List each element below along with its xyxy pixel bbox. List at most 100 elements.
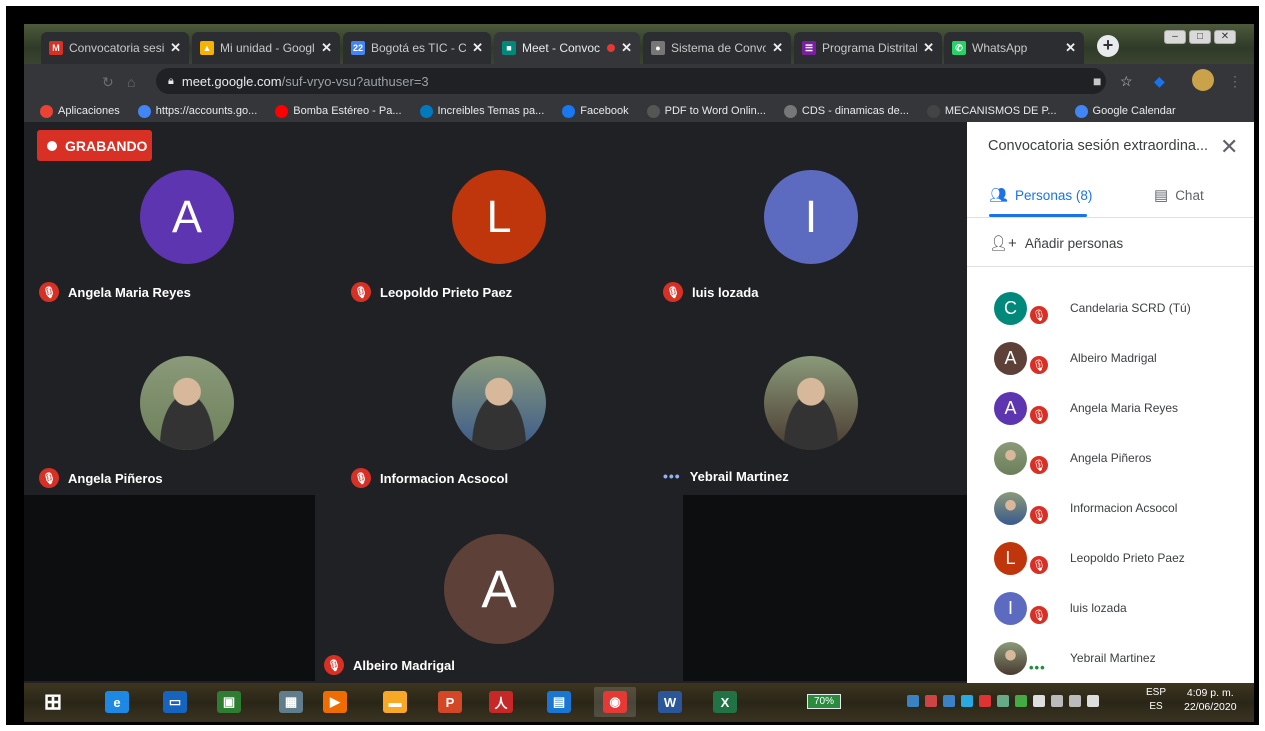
tab-label: Mi unidad - Google	[220, 41, 316, 55]
browser-tab[interactable]: ☰ Programa Distrital ✕	[794, 32, 942, 64]
participant-row[interactable]: A 🎙︎ Albeiro Madrigal	[967, 342, 1254, 392]
tray-app-icon[interactable]	[925, 695, 937, 707]
network-icon[interactable]	[1051, 695, 1063, 707]
tray-app-icon[interactable]	[1015, 695, 1027, 707]
bluetooth-icon[interactable]	[943, 695, 955, 707]
tray-app-icon[interactable]	[961, 695, 973, 707]
battery-indicator[interactable]: 70%	[807, 694, 841, 709]
close-window-icon[interactable]: ✕	[1214, 30, 1236, 44]
avatar-initial: I	[994, 592, 1027, 625]
avatar-letter: A	[1004, 348, 1017, 368]
participant-name: Angela Maria Reyes	[68, 284, 191, 300]
tray-app-icon[interactable]	[979, 695, 991, 707]
file-explorer-icon[interactable]: ▬	[374, 687, 416, 717]
avatar-initial: C	[994, 292, 1027, 325]
app-glyph: 人	[489, 691, 513, 713]
bookmark-item[interactable]: PDF to Word Onlin...	[646, 104, 766, 118]
url-path: /suf-vryo-vsu?authuser=3	[281, 73, 429, 89]
profile-avatar[interactable]	[1192, 69, 1214, 91]
browser-tab[interactable]: ● Sistema de Convoc ✕	[643, 32, 791, 64]
powerpoint-icon[interactable]: P	[429, 687, 471, 717]
bookmark-item[interactable]: Google Calendar	[1074, 104, 1176, 118]
people-icon: 👥︎	[989, 187, 1009, 204]
avatar-letter: C	[1004, 298, 1017, 318]
add-person-icon: 👤︎+	[989, 235, 1017, 252]
clock[interactable]: 4:09 p. m. 22/06/2020	[1184, 686, 1237, 714]
bookmark-label: PDF to Word Onlin...	[664, 105, 766, 117]
windows-start-icon[interactable]: ⊞	[32, 687, 74, 717]
browser-tab[interactable]: ▲ Mi unidad - Google ✕	[192, 32, 340, 64]
participant-row[interactable]: I 🎙︎ luis lozada	[967, 592, 1254, 642]
google-icon	[1074, 104, 1088, 118]
bookmark-item[interactable]: CDS - dinamicas de...	[783, 104, 909, 118]
lock-icon: 🔒︎	[168, 74, 174, 87]
participant-name: Yebrail Martinez	[689, 468, 789, 484]
browser-tab[interactable]: 22 Bogotá es TIC - Ca ✕	[343, 32, 491, 64]
extension-icon[interactable]: ◆	[1154, 73, 1165, 90]
bookmark-item[interactable]: Aplicaciones	[40, 104, 120, 118]
signal-icon[interactable]	[1069, 695, 1081, 707]
participant-row[interactable]: 🎙︎ Angela Piñeros	[967, 442, 1254, 492]
home-icon[interactable]: ⌂	[127, 74, 135, 90]
add-people-button[interactable]: 👤︎+ Añadir personas	[989, 234, 1123, 252]
participant-name: Angela Maria Reyes	[1070, 401, 1179, 415]
participant-row[interactable]: A 🎙︎ Angela Maria Reyes	[967, 392, 1254, 442]
volume-icon[interactable]	[1087, 695, 1099, 707]
close-tab-icon[interactable]: ✕	[923, 40, 934, 56]
chrome-icon[interactable]: ◉	[594, 687, 636, 717]
tab-label: WhatsApp	[972, 41, 1028, 55]
close-tab-icon[interactable]: ✕	[1065, 40, 1076, 56]
tab-people[interactable]: 👥︎ Personas (8)	[989, 186, 1092, 204]
bookmark-item[interactable]: https://accounts.go...	[137, 104, 257, 118]
close-tab-icon[interactable]: ✕	[321, 40, 332, 56]
bookmark-item[interactable]: Bomba Estéreo - Pa...	[275, 104, 402, 118]
participant-name: Informacion Acsocol	[1070, 501, 1178, 515]
close-tab-icon[interactable]: ✕	[621, 40, 632, 56]
url-bar[interactable]: 🔒︎ meet.google.com/suf-vryo-vsu?authuser…	[156, 68, 1106, 94]
app-glyph: ◉	[603, 691, 627, 713]
browser-tab[interactable]: ✆ WhatsApp ✕	[944, 32, 1084, 64]
reload-icon[interactable]: ↻	[102, 74, 114, 91]
close-tab-icon[interactable]: ✕	[772, 40, 783, 56]
tray-app-icon[interactable]	[907, 695, 919, 707]
word-icon[interactable]: W	[649, 687, 691, 717]
close-tab-icon[interactable]: ✕	[472, 40, 483, 56]
maximize-icon[interactable]: □	[1189, 30, 1211, 44]
internet-explorer-icon[interactable]: e	[96, 687, 138, 717]
close-tab-icon[interactable]: ✕	[170, 40, 181, 56]
app-glyph: ▦	[279, 691, 303, 713]
browser-tab[interactable]: ■ Meet - Convoc ✕	[494, 32, 640, 64]
avatar-photo	[140, 356, 234, 450]
lenovo-icon[interactable]: ▭	[154, 687, 196, 717]
bookmark-item[interactable]: Facebook	[562, 104, 629, 118]
participant-row[interactable]: L 🎙︎ Leopoldo Prieto Paez	[967, 542, 1254, 592]
avatar-initial: I	[764, 170, 858, 264]
bookmark-item[interactable]: Increibles Temas pa...	[419, 104, 544, 118]
bookmark-item[interactable]: MECANISMOS DE P...	[926, 104, 1057, 118]
photo-placeholder	[994, 442, 1027, 475]
acrobat-icon[interactable]: 人	[480, 687, 522, 717]
media-player-icon[interactable]: ▶	[314, 687, 356, 717]
bookmark-star-icon[interactable]: ☆	[1120, 73, 1133, 90]
participant-name-tag: 🎙︎ Angela Maria Reyes	[39, 282, 191, 302]
remote-desktop-icon[interactable]: ▤	[538, 687, 580, 717]
participant-row[interactable]: 🎙︎ Informacion Acsocol	[967, 492, 1254, 542]
calculator-icon[interactable]: ▦	[270, 687, 312, 717]
menu-icon[interactable]: ⋮	[1228, 73, 1242, 90]
participant-name-tag: 🎙︎ Informacion Acsocol	[351, 468, 508, 488]
flag-icon[interactable]	[1033, 695, 1045, 707]
tray-app-icon[interactable]	[997, 695, 1009, 707]
camera-icon[interactable]: ■	[1093, 73, 1101, 89]
mic-off-icon: 🎙︎	[1028, 404, 1050, 426]
minimize-icon[interactable]: –	[1164, 30, 1186, 44]
new-tab-button[interactable]: +	[1097, 35, 1119, 57]
address-bar-row: ➳ ↻ ⌂ 🔒︎ meet.google.com/suf-vryo-vsu?au…	[24, 64, 1254, 133]
browser-tab[interactable]: M Convocatoria sesió ✕	[41, 32, 189, 64]
participant-row[interactable]: C 🎙︎ Candelaria SCRD (Tú)	[967, 292, 1254, 342]
tab-chat[interactable]: ▤ Chat	[1154, 186, 1204, 204]
tab-label: Sistema de Convoc	[671, 41, 767, 55]
language-indicator[interactable]: ESP ES	[1146, 686, 1166, 714]
close-icon[interactable]: ✕	[1220, 134, 1238, 160]
store-icon[interactable]: ▣	[208, 687, 250, 717]
excel-icon[interactable]: X	[704, 687, 746, 717]
